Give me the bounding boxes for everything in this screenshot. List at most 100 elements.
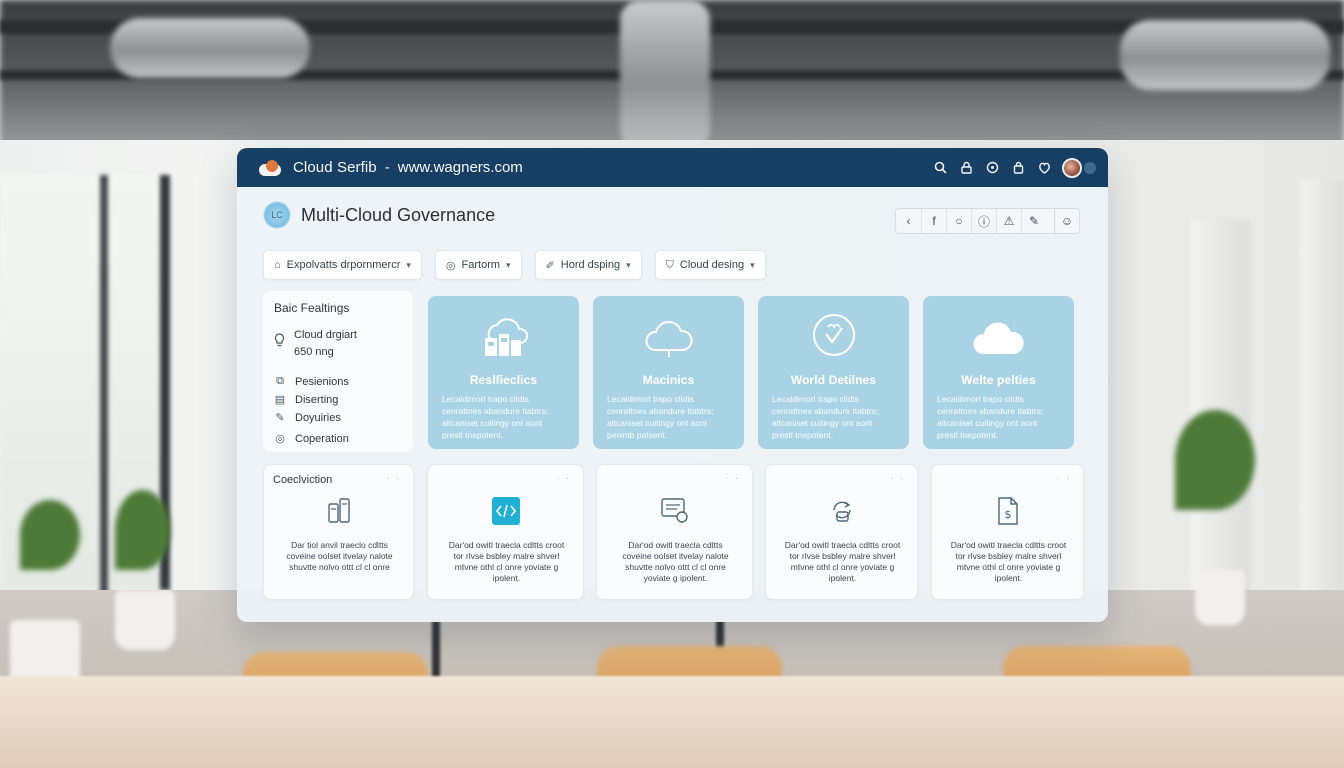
tag-icon: ✐ [545,259,555,272]
page-title: Multi-Cloud Governance [301,204,496,225]
plant-leaf [20,500,80,570]
cloud-logo-icon [257,159,283,176]
alert-icon[interactable]: ⚠ [996,209,1021,233]
sidebar-item-label: Diserting [295,393,339,406]
info-card[interactable]: · · Dar'od owitl traecla cdltts croot to… [765,464,918,600]
title-separator: - [384,159,390,176]
lock-icon[interactable] [958,160,974,176]
sidebar-item-label: Pesienions [295,375,349,388]
edit-icon[interactable]: ✎ [1021,209,1046,233]
plant-leaf [1175,410,1255,510]
filter-label: Fartorm [461,259,501,271]
filter-label: Expolvatts drpornmercr [286,259,401,271]
info-icon[interactable]: ⓘ [971,209,996,233]
sidebar-item-permissions[interactable]: ⧉ Pesienions [274,373,402,390]
titlebar-icons [932,157,1096,178]
box-icon: ⧉ [276,375,284,387]
circle-icon[interactable]: ○ [946,209,971,233]
more-icon[interactable]: · · [557,473,572,483]
chevron-down-icon: ▾ [506,259,511,270]
form-icon [660,496,690,529]
user-avatar[interactable] [1062,157,1082,178]
panel-title: Baic Fealtings [274,301,350,315]
ceiling-duct [1120,20,1330,90]
heart-badge-icon [758,296,909,358]
chevron-down-icon: ▾ [626,259,631,270]
site-url: www.wagners.com [397,159,523,176]
chevron-down-icon: ▾ [406,259,411,270]
plant-pot [115,590,175,650]
search-icon[interactable] [932,160,948,176]
feature-card[interactable]: Macinics Lecaldimorl trapo clidts cenrat… [593,296,744,449]
card-icon: ▤ [274,394,286,406]
feature-title: Reslfieclics [469,373,538,387]
filter-label: Cloud desing [679,259,745,271]
user-icon[interactable]: ☺ [1054,209,1079,233]
chevron-left-icon[interactable]: ‹ [896,209,921,233]
filter-environment[interactable]: ⌂ Expolvatts drpornmercr ▾ [263,250,422,280]
dashboard-icon: ⌂ [274,259,281,271]
status-indicator [1084,161,1096,174]
more-icon[interactable]: · · [891,473,906,483]
shield-icon: ⛉ [665,258,674,271]
app-name: Cloud Serfib [293,159,377,176]
card-title: Coeclviction [273,474,333,486]
more-icon[interactable]: · · [387,473,402,483]
action-toolbar: ‹ f ○ ⓘ ⚠ ✎ ☺ [895,208,1080,234]
column [1300,180,1344,630]
facebook-icon[interactable]: f [921,209,946,233]
filter-label: Hord dsping [560,259,621,271]
feature-description: Lecaldimorl trapo clidts cenrattnes aban… [607,394,714,440]
feature-description: Lecaldimorl trapo clidts cenrattnes aban… [442,394,549,440]
svg-text:$: $ [1004,508,1011,521]
titlebar: Cloud Serfib - www.wagners.com [237,148,1108,187]
sidebar-item-cooperation[interactable]: ◎ Coperation [274,430,402,447]
card-description: Dar'od owitl traecla cdltts coveine ools… [622,540,729,583]
plant-pot [1195,570,1245,625]
globe-icon: ◎ [275,433,285,445]
sidebar-item-queries[interactable]: ✎ Doyuiries [274,409,402,426]
info-card[interactable]: Coeclviction · · Dar tiol anvil traeclo … [263,464,414,600]
governance-logo-icon: LC [263,201,291,229]
help-icon[interactable] [984,160,1000,176]
info-card[interactable]: · · Dar'od owitl traecla cdltts croot to… [427,464,584,600]
filter-cloud-design[interactable]: ⛉ Cloud desing ▾ [654,250,766,280]
card-description: Dar'od owitl traecla cdltts croot tor rl… [448,540,565,583]
more-icon[interactable]: · · [726,473,741,483]
feature-title: Welte pelties [961,373,1036,387]
filter-hosting[interactable]: ✐ Hord dsping ▾ [534,250,642,280]
dollar-doc-icon: $ [995,496,1021,531]
card-description: Dar'od owitl traecla cdltts croot tor rl… [784,540,901,583]
feature-card[interactable]: Reslfieclics Lecaldimorl trapo clidts ce… [428,296,579,449]
basic-features-panel: Baic Fealtings Cloud drgiart 650 nng ⧉ P… [263,291,413,452]
feature-card[interactable]: Welte pelties Lecaldimorl trapo clidts c… [923,296,1074,449]
window [0,175,170,645]
cloud-outline-icon [593,296,744,358]
code-icon [491,496,521,531]
globe-icon: ◎ [445,259,456,272]
notification-icon[interactable] [1036,160,1052,176]
app-window: Cloud Serfib - www.wagners.com LC Multi-… [237,148,1108,622]
ceiling-duct [110,18,310,78]
chair-leg [432,620,440,680]
feature-card[interactable]: World Detilnes Lecaldimorl trapo clidts … [758,296,909,449]
metric-label: Cloud drgiart [294,329,357,341]
filter-platform[interactable]: ◎ Fartorm ▾ [434,250,522,280]
chevron-down-icon: ▾ [750,259,755,270]
metric-value: 650 nng [294,346,334,358]
info-card[interactable]: · · $ Dar'od owitl traecla cdltts croot … [931,464,1084,600]
pen-icon: ✎ [275,412,285,424]
table [0,676,1344,768]
bag-icon[interactable] [1010,160,1026,176]
bulb-icon [274,333,285,350]
more-icon[interactable]: · · [1057,473,1072,483]
feature-title: World Detilnes [790,373,877,387]
sidebar-item-label: Doyuiries [295,411,341,424]
server-icon [326,496,352,529]
info-card[interactable]: · · Dar'od owitl traecla cdltts coveine … [596,464,753,600]
sync-icon [828,496,856,529]
card-description: Dar tiol anvil traeclo cdltts coveine oo… [286,540,393,572]
sidebar-item-directing[interactable]: ▤ Diserting [274,391,402,408]
filter-bar: ⌂ Expolvatts drpornmercr ▾ ◎ Fartorm ▾ ✐… [263,250,766,280]
feature-description: Lecaldimorl trapo clidts cenrattnes aban… [937,394,1044,440]
